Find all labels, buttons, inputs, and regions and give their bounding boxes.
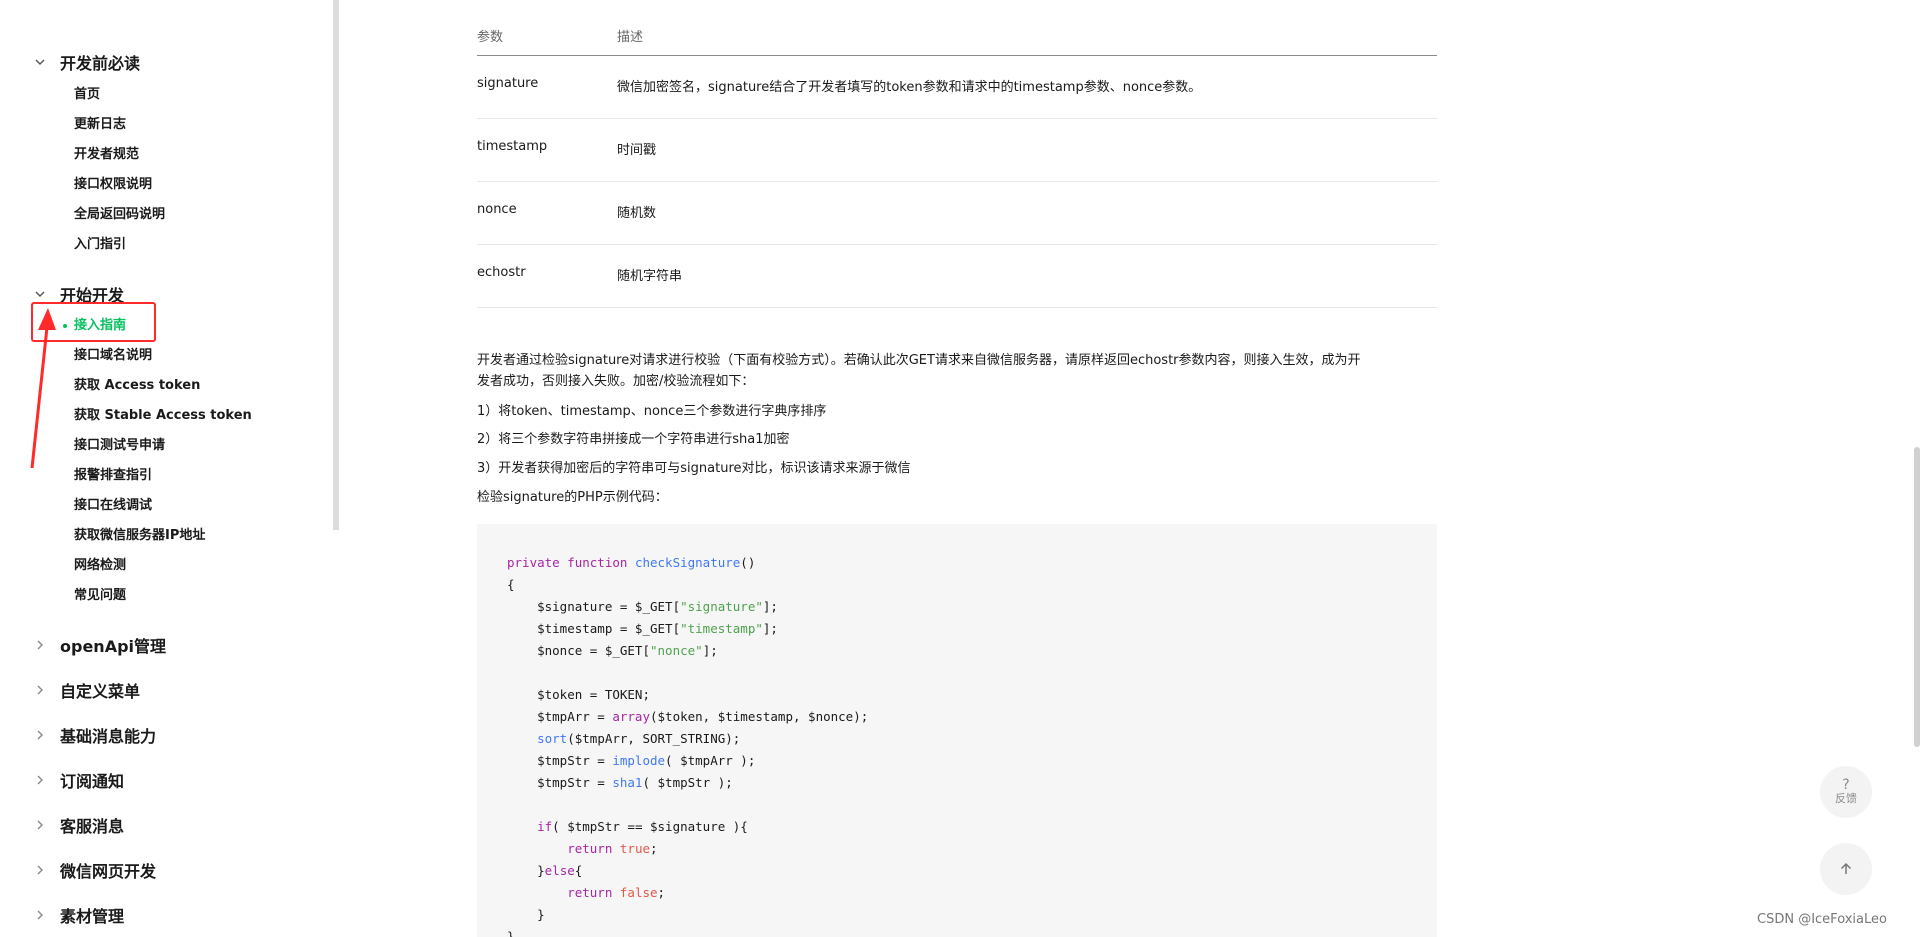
sidebar-section-material[interactable]: 素材管理 [0, 899, 333, 929]
code-line: $signature = $_GET["signature"]; [507, 599, 778, 614]
code-line: if( $tmpStr == $signature ){ [507, 819, 748, 834]
main-content: 参数 描述 signature 微信加密签名，signature结合了开发者填写… [339, 0, 1920, 937]
feedback-label: 反馈 [1835, 792, 1857, 805]
chevron-right-icon [33, 637, 47, 651]
chevron-right-icon [33, 727, 47, 741]
question-icon: ? [1842, 777, 1850, 793]
chevron-right-icon [33, 907, 47, 921]
code-line: $token = TOKEN; [507, 687, 650, 702]
code-line: $tmpArr = array($token, $timestamp, $non… [507, 709, 869, 724]
code-line: return true; [507, 841, 658, 856]
header-desc: 描述 [617, 30, 644, 45]
sidebar-section-label: 订阅通知 [60, 772, 125, 791]
sidebar-item-global-return-codes[interactable]: 全局返回码说明 [74, 203, 165, 227]
code-intro: 检验signature的PHP示例代码： [477, 490, 668, 505]
intro-paragraph-line2: 发者成功，否则接入失败。加密/校验流程如下： [477, 374, 755, 389]
step-2: 2）将三个参数字符串拼接成一个字符串进行sha1加密 [477, 432, 790, 447]
param-name: echostr [477, 265, 526, 280]
code-line: $tmpStr = sha1( $tmpStr ); [507, 775, 733, 790]
step-3: 3）开发者获得加密后的字符串可与signature对比，标识该请求来源于微信 [477, 461, 911, 476]
sidebar-item-changelog[interactable]: 更新日志 [74, 113, 126, 137]
code-line: { [507, 577, 515, 592]
sidebar-section-label: 客服消息 [60, 817, 125, 836]
sidebar-item-server-ip[interactable]: 获取微信服务器IP地址 [74, 524, 205, 548]
step-1: 1）将token、timestamp、nonce三个参数进行字典序排序 [477, 404, 827, 419]
sidebar-section-basic-message[interactable]: 基础消息能力 [0, 719, 333, 749]
sidebar-section-customer-service[interactable]: 客服消息 [0, 809, 333, 839]
param-table-header: 参数 描述 [477, 22, 1437, 56]
code-line: }else{ [507, 863, 583, 878]
param-desc: 时间戳 [617, 143, 657, 158]
sidebar-item-network-check[interactable]: 网络检测 [74, 554, 126, 578]
sidebar-nav: 开发前必读 首页 更新日志 开发者规范 接口权限说明 全局返回码说明 入门指引 … [0, 0, 333, 937]
php-code-block: private function checkSignature() { $sig… [477, 524, 1437, 937]
sidebar-item-dev-rules[interactable]: 开发者规范 [74, 143, 139, 167]
annotation-arrow-icon [30, 308, 56, 469]
sidebar-section-custom-menu[interactable]: 自定义菜单 [0, 674, 333, 704]
chevron-right-icon [33, 862, 47, 876]
table-row: echostr 随机字符串 [477, 245, 1437, 308]
param-desc: 微信加密签名，signature结合了开发者填写的token参数和请求中的tim… [617, 80, 1202, 95]
table-row: signature 微信加密签名，signature结合了开发者填写的token… [477, 56, 1437, 119]
back-to-top-button[interactable] [1820, 843, 1872, 895]
code-line: $nonce = $_GET["nonce"]; [507, 643, 718, 658]
sidebar-item-online-debug[interactable]: 接口在线调试 [74, 494, 152, 518]
param-name: signature [477, 76, 539, 91]
param-desc: 随机数 [617, 206, 657, 221]
code-line: $tmpStr = implode( $tmpArr ); [507, 753, 756, 768]
chevron-down-icon [33, 54, 47, 68]
intro-paragraph-line1: 开发者通过检验signature对请求进行校验（下面有校验方式）。若确认此次GE… [477, 353, 1361, 368]
sidebar-section-label: 自定义菜单 [60, 682, 141, 701]
feedback-button[interactable]: ? 反馈 [1820, 766, 1872, 818]
chevron-right-icon [33, 817, 47, 831]
chevron-right-icon [33, 772, 47, 786]
chevron-right-icon [33, 682, 47, 696]
param-name: nonce [477, 202, 517, 217]
sidebar-item-faq[interactable]: 常见问题 [74, 584, 126, 608]
code-line: $timestamp = $_GET["timestamp"]; [507, 621, 778, 636]
sidebar-item-api-permissions[interactable]: 接口权限说明 [74, 173, 152, 197]
code-line: return false; [507, 885, 666, 900]
sidebar-item-getting-started[interactable]: 入门指引 [74, 233, 126, 257]
sidebar-section-label: 开发前必读 [60, 54, 141, 73]
chevron-down-icon [33, 286, 47, 300]
sidebar-section-label: 微信网页开发 [60, 862, 157, 881]
csdn-watermark: CSDN @IceFoxiaLeo [1757, 912, 1887, 927]
sidebar-item-home[interactable]: 首页 [74, 83, 100, 107]
sidebar-section-openapi[interactable]: openApi管理 [0, 629, 333, 659]
code-line: private function checkSignature() [507, 555, 756, 570]
sidebar-section-label: 素材管理 [60, 907, 125, 926]
page-scrollbar[interactable] [1914, 447, 1920, 747]
sidebar-section-label: openApi管理 [60, 637, 167, 656]
arrow-up-icon [1840, 862, 1852, 874]
sidebar-section-web-dev[interactable]: 微信网页开发 [0, 854, 333, 884]
table-row: nonce 随机数 [477, 182, 1437, 245]
header-param: 参数 [477, 30, 504, 45]
param-desc: 随机字符串 [617, 269, 683, 284]
param-name: timestamp [477, 139, 548, 154]
code-line: } [507, 929, 515, 937]
sidebar-section-label: 基础消息能力 [60, 727, 157, 746]
sidebar-section-dev-prereq[interactable]: 开发前必读 [0, 46, 333, 76]
code-line: sort($tmpArr, SORT_STRING); [507, 731, 741, 746]
table-row: timestamp 时间戳 [477, 119, 1437, 182]
sidebar-section-subscribe-notice[interactable]: 订阅通知 [0, 764, 333, 794]
code-line: } [507, 907, 545, 922]
